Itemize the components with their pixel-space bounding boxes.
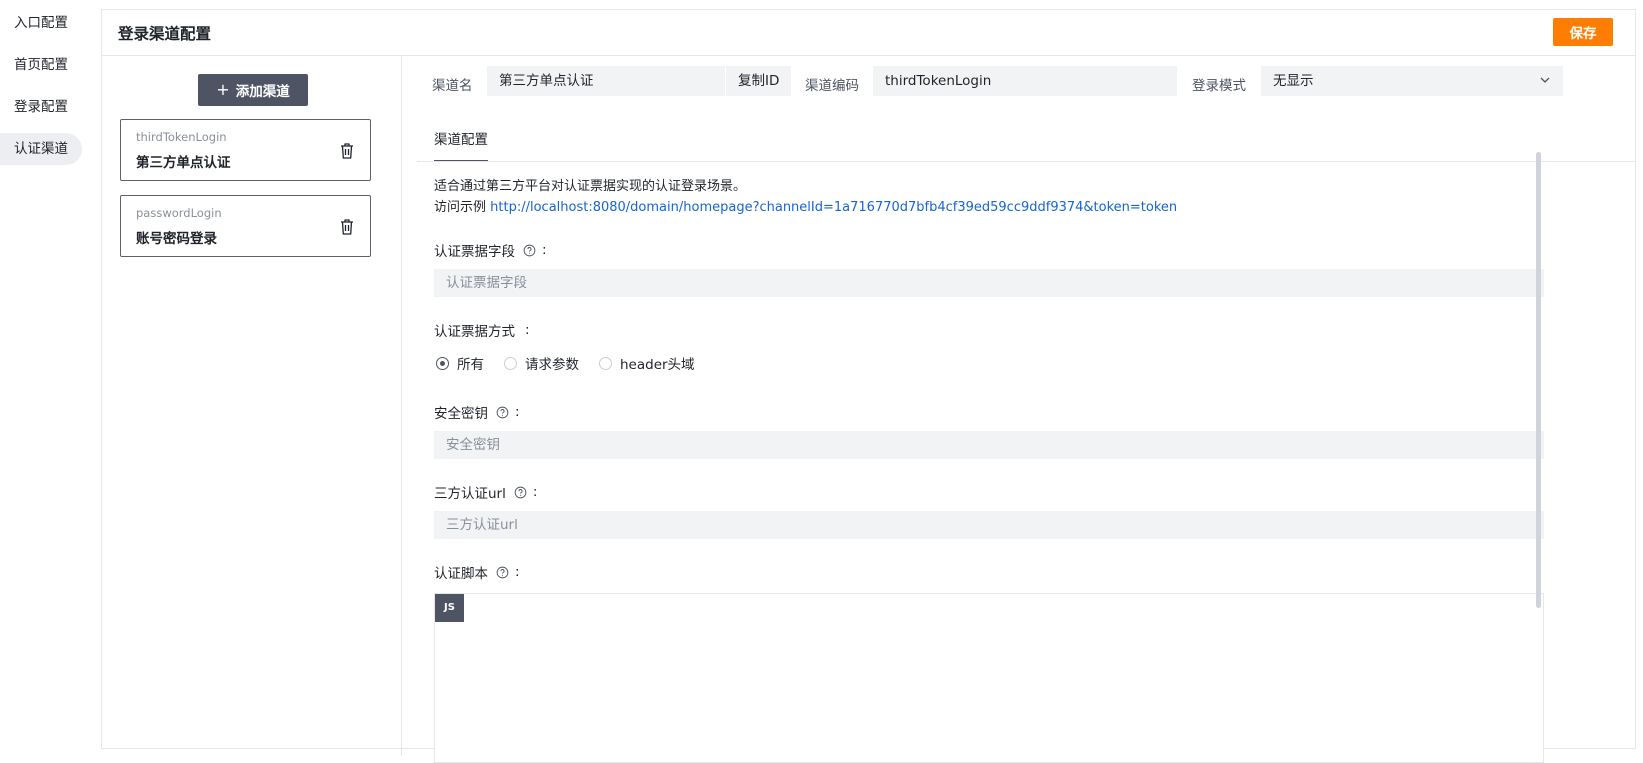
login-mode-label: 登录模式 [1192, 78, 1246, 94]
example-line: 访问示例 http://localhost:8080/domain/homepa… [434, 197, 1177, 218]
channel-detail: 渠道名 第三方单点认证 复制ID 渠道编码 thirdTokenLogin 登录… [403, 56, 1635, 763]
secret-key-label: 安全密钥 : [434, 402, 520, 422]
colon: : [525, 322, 530, 338]
colon: : [515, 404, 520, 420]
radio-checked-icon [436, 356, 449, 370]
third-url-label-text: 三方认证url [434, 486, 506, 502]
question-circle-icon[interactable] [514, 486, 527, 499]
trash-icon[interactable] [339, 142, 355, 160]
nav-item-login-config[interactable]: 登录配置 [0, 91, 82, 123]
radio-unchecked-icon [504, 356, 517, 370]
panel-header: 登录渠道配置 保存 [102, 10, 1635, 56]
channel-card[interactable]: thirdTokenLogin 第三方单点认证 [120, 119, 371, 181]
main-panel: 登录渠道配置 保存 + 添加渠道 thirdTokenLogin 第三方单点认证… [101, 9, 1636, 763]
ticket-method-label: 认证票据方式 : [434, 320, 530, 340]
channel-name: 第三方单点认证 [136, 155, 231, 171]
ticket-field-input[interactable] [434, 269, 1544, 297]
channel-description: 适合通过第三方平台对认证票据实现的认证登录场景。 访问示例 http://loc… [434, 176, 1177, 218]
channel-card[interactable]: passwordLogin 账号密码登录 [120, 195, 371, 257]
question-circle-icon[interactable] [496, 566, 509, 579]
left-nav: 入口配置 首页配置 登录配置 认证渠道 [0, 0, 101, 741]
login-mode-select[interactable]: 无显示 [1261, 66, 1563, 96]
colon: : [542, 242, 547, 258]
radio-label: 所有 [457, 357, 484, 373]
script-label: 认证脚本 : [434, 562, 520, 582]
add-channel-label: 添加渠道 [235, 84, 290, 100]
ticket-method-radio-group: 所有 请求参数 header头域 [436, 353, 695, 373]
nav-item-home-config[interactable]: 首页配置 [0, 49, 82, 81]
tab-divider [417, 161, 1635, 162]
add-channel-button[interactable]: + 添加渠道 [198, 74, 308, 106]
channel-code-field[interactable]: thirdTokenLogin [873, 66, 1177, 96]
js-badge: JS [435, 594, 464, 622]
login-mode-value: 无显示 [1273, 73, 1314, 89]
colon: : [515, 564, 520, 580]
radio-option-request-param[interactable]: 请求参数 [504, 353, 579, 373]
radio-option-header[interactable]: header头域 [599, 353, 695, 373]
third-url-label: 三方认证url : [434, 482, 537, 502]
script-editor[interactable]: JS [434, 593, 1544, 763]
question-circle-icon[interactable] [523, 244, 536, 257]
radio-unchecked-icon [599, 356, 612, 370]
channel-code: thirdTokenLogin [136, 130, 227, 144]
ticket-field-label-text: 认证票据字段 [434, 244, 515, 260]
plus-icon: + [216, 80, 230, 99]
save-button[interactable]: 保存 [1553, 18, 1613, 46]
question-circle-icon[interactable] [496, 406, 509, 419]
third-url-input[interactable] [434, 511, 1544, 539]
description-text: 适合通过第三方平台对认证票据实现的认证登录场景。 [434, 179, 747, 194]
channel-code: passwordLogin [136, 206, 222, 220]
ticket-method-label-text: 认证票据方式 [434, 324, 515, 340]
nav-item-auth-channel[interactable]: 认证渠道 [0, 133, 82, 165]
channel-name: 账号密码登录 [136, 231, 217, 247]
channel-name-label: 渠道名 [432, 78, 473, 94]
page-title: 登录渠道配置 [118, 25, 212, 43]
copy-id-button[interactable]: 复制ID [725, 66, 792, 96]
channel-name-field[interactable]: 第三方单点认证 [487, 66, 725, 96]
channel-list: + 添加渠道 thirdTokenLogin 第三方单点认证 passwordL… [102, 56, 402, 756]
colon: : [532, 484, 538, 500]
radio-label: 请求参数 [525, 357, 579, 373]
ticket-field-label: 认证票据字段 : [434, 240, 547, 260]
radio-option-all[interactable]: 所有 [436, 353, 484, 373]
trash-icon[interactable] [339, 218, 355, 236]
example-prefix: 访问示例 [434, 200, 487, 215]
detail-scrollbar[interactable] [1536, 152, 1541, 608]
secret-key-input[interactable] [434, 431, 1544, 459]
nav-item-entry-config[interactable]: 入口配置 [0, 7, 82, 39]
script-label-text: 认证脚本 [434, 566, 488, 582]
channel-code-label: 渠道编码 [805, 78, 859, 94]
secret-key-label-text: 安全密钥 [434, 406, 488, 422]
chevron-down-icon [1540, 77, 1550, 83]
radio-label: header头域 [620, 357, 695, 373]
tab-channel-config[interactable]: 渠道配置 [434, 128, 488, 160]
example-url-link[interactable]: http://localhost:8080/domain/homepage?ch… [490, 200, 1177, 215]
